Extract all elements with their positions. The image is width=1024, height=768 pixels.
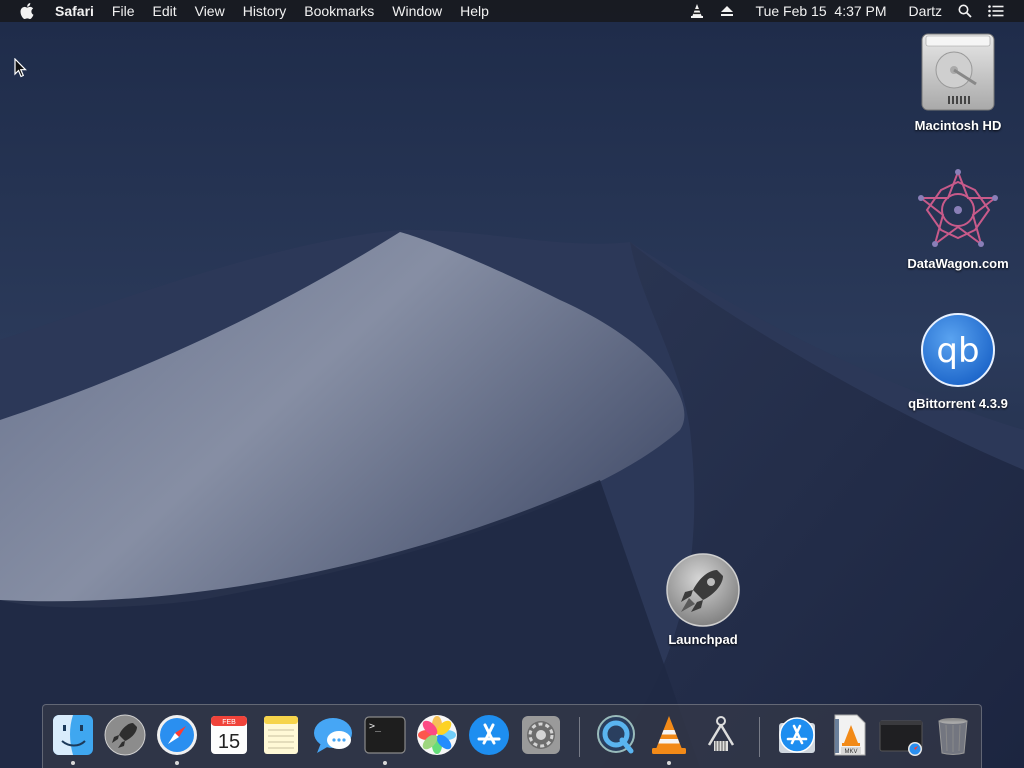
apple-menu-icon[interactable] [0,3,46,19]
hard-drive-icon [921,33,995,111]
mouse-pointer-icon [14,58,27,78]
dock-launchpad[interactable] [103,713,147,757]
search-icon[interactable] [950,4,980,18]
mkv-file-icon: MKV [834,714,866,756]
quicktime-icon [597,715,635,754]
dock-quicktime[interactable] [595,713,639,757]
menu-bookmarks[interactable]: Bookmarks [295,0,383,22]
menu-file[interactable]: File [103,0,144,22]
dock-terminal[interactable]: >_ [363,713,407,757]
dock: FEB 15 >_ MKV [42,704,982,768]
automator-icon [707,716,735,751]
clock-datetime[interactable]: Tue Feb 15 4:37 PM [742,0,895,22]
dock-app-store[interactable] [467,713,511,757]
running-indicator [383,761,387,765]
dock-automator[interactable] [699,713,743,757]
dock-calendar[interactable]: FEB 15 [207,713,251,757]
mkv-badge: MKV [844,749,857,755]
finder-icon [53,715,93,755]
launchpad-rocket-icon [666,553,740,627]
dock-notes[interactable] [259,713,303,757]
vlc-cone-icon[interactable] [682,3,712,19]
desktop-icon-launchpad[interactable]: Launchpad [643,552,763,647]
menu-help[interactable]: Help [451,0,498,22]
dock-separator [579,717,580,757]
qbittorrent-icon: qb [921,313,995,387]
safari-icon [157,715,197,755]
running-indicator [667,761,671,765]
app-store-icon [469,715,509,755]
menu-window[interactable]: Window [383,0,451,22]
menu-bar: Safari File Edit View History Bookmarks … [0,0,1024,22]
eject-icon[interactable] [712,5,742,17]
dock-separator [759,717,760,757]
desktop-icon-label: DataWagon.com [907,256,1009,271]
calendar-icon: FEB 15 [211,716,247,754]
desktop-icon-macintosh-hd[interactable]: Macintosh HD [898,30,1018,133]
dock-photos[interactable] [415,713,459,757]
dock-safari-window[interactable] [879,713,923,757]
desktop-icon-label: qBittorrent 4.3.9 [908,396,1008,411]
notification-center-icon[interactable] [980,5,1012,17]
app-menu-safari[interactable]: Safari [46,0,103,22]
dock-app-store-folder[interactable] [775,713,819,757]
safari-window-icon [879,720,923,756]
datawagon-star-icon [918,169,998,247]
system-preferences-icon [522,716,560,754]
running-indicator [175,761,179,765]
dock-mkv-file[interactable]: MKV [827,713,871,757]
app-store-folder-icon [779,717,815,753]
dock-vlc[interactable] [647,713,691,757]
desktop-wallpaper [0,0,1024,768]
calendar-day: 15 [218,731,240,753]
terminal-icon: >_ [364,716,406,754]
notes-icon [264,716,298,754]
dock-system-preferences[interactable] [519,713,563,757]
photos-icon [417,715,457,755]
running-indicator [71,761,75,765]
vlc-icon [652,716,686,754]
menu-history[interactable]: History [234,0,296,22]
menu-edit[interactable]: Edit [143,0,185,22]
terminal-prompt: >_ [369,721,382,732]
dock-messages[interactable] [311,713,355,757]
user-menu[interactable]: Dartz [895,0,950,22]
desktop-icon-datawagon[interactable]: DataWagon.com [898,168,1018,271]
messages-icon [314,718,352,753]
menu-view[interactable]: View [186,0,234,22]
desktop-icon-qbittorrent[interactable]: qb qBittorrent 4.3.9 [898,312,1018,411]
qbittorrent-glyph: qb [936,331,979,371]
desktop-icon-label: Macintosh HD [914,118,1002,133]
launchpad-icon [104,714,146,756]
dock-finder[interactable] [51,713,95,757]
dock-safari[interactable] [155,713,199,757]
calendar-month: FEB [222,719,236,726]
desktop-icon-label: Launchpad [668,632,738,647]
dock-trash[interactable] [931,713,975,757]
trash-icon [938,718,968,755]
